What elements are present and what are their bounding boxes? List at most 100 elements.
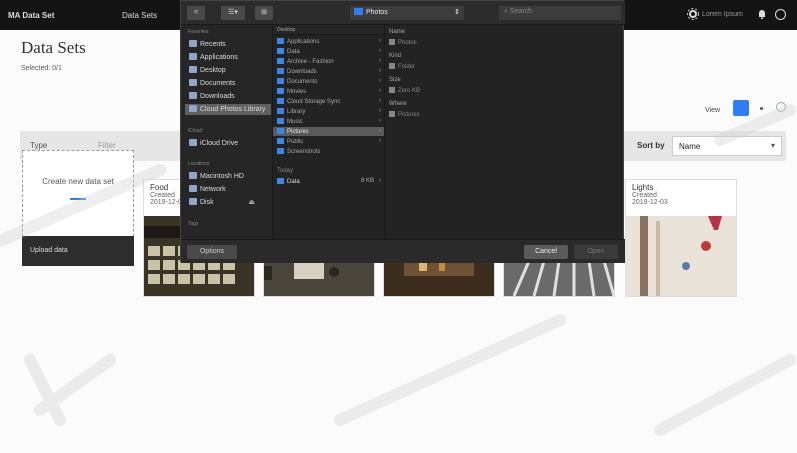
folder-icon bbox=[277, 48, 284, 54]
column-header: Desktop bbox=[273, 25, 384, 35]
sidebar-item-cloud-photos[interactable]: Cloud Photos Library bbox=[185, 104, 271, 115]
preview-name-label: Name bbox=[389, 29, 406, 35]
list-item[interactable]: Cloud Storage Sync › bbox=[273, 97, 384, 106]
gear-icon[interactable] bbox=[686, 7, 700, 21]
eject-icon[interactable]: ⏏ bbox=[248, 198, 255, 206]
cloud-icon bbox=[189, 139, 197, 146]
sidebar-item-icloud-drive[interactable]: iCloud Drive bbox=[185, 138, 271, 149]
desktop-icon bbox=[189, 66, 197, 73]
list-item[interactable]: Data › bbox=[273, 47, 384, 56]
username[interactable]: Lorem Ipsum bbox=[702, 11, 743, 18]
list-item[interactable]: Public › bbox=[273, 137, 384, 146]
sidebar-item-documents[interactable]: Documents bbox=[185, 78, 271, 89]
preview-kind-value: Folder bbox=[389, 63, 415, 70]
folder-icon bbox=[277, 98, 284, 104]
sidebar-item-downloads[interactable]: Downloads bbox=[185, 91, 271, 102]
folder-icon bbox=[277, 118, 284, 124]
avatar[interactable] bbox=[775, 9, 786, 20]
list-item[interactable]: Applications › bbox=[273, 37, 384, 46]
location-select[interactable]: Photos ⇕ bbox=[350, 6, 464, 20]
chevron-right-icon: › bbox=[379, 118, 381, 124]
sort-select[interactable]: Name ▾ bbox=[672, 136, 782, 156]
chevron-right-icon: › bbox=[379, 48, 381, 54]
sidebar-item-disk[interactable]: Disk ⏏ bbox=[185, 197, 271, 208]
chevron-right-icon: › bbox=[379, 58, 381, 64]
view-label: View bbox=[705, 107, 721, 114]
grid-view-button[interactable] bbox=[733, 100, 749, 116]
network-icon bbox=[189, 185, 197, 192]
chevron-right-icon: › bbox=[379, 138, 381, 144]
list-item[interactable]: Documents › bbox=[273, 77, 384, 86]
preview-kind-label: Kind bbox=[389, 53, 402, 59]
chevron-right-icon: › bbox=[379, 88, 381, 94]
preview-size-value: Zero KB bbox=[389, 87, 420, 94]
selection-count: Selected: 0/1 bbox=[21, 65, 62, 72]
file-icon bbox=[389, 87, 395, 93]
type-filter[interactable]: Type bbox=[30, 141, 47, 150]
file-size: 8 KB bbox=[360, 178, 374, 184]
search-placeholder: Search bbox=[509, 8, 533, 15]
list-item[interactable]: Archive - Fashion › bbox=[273, 57, 384, 66]
sidebar-item-macintosh-hd[interactable]: Macintosh HD bbox=[185, 171, 271, 182]
folder-icon bbox=[277, 38, 284, 44]
document-icon bbox=[189, 79, 197, 86]
sidebar-item-network[interactable]: Network bbox=[185, 184, 271, 195]
sidebar-item-applications[interactable]: Applications bbox=[185, 52, 271, 63]
list-item[interactable]: Data 8 KB › bbox=[273, 177, 384, 186]
list-item[interactable]: Library › bbox=[273, 107, 384, 116]
location-value: Photos bbox=[366, 9, 388, 16]
open-button[interactable]: Open bbox=[574, 245, 618, 259]
section-heading: Today bbox=[277, 168, 294, 174]
options-button[interactable]: Options bbox=[187, 245, 237, 259]
sidebar-heading-favorites: Favorites bbox=[188, 29, 209, 35]
preview-column: Name Photos Kind Folder Size Zero KB Whe… bbox=[385, 25, 497, 239]
cancel-button[interactable]: Cancel bbox=[524, 245, 568, 259]
view-options-button[interactable]: ☰▾ bbox=[221, 6, 245, 20]
sort-label: Sort by bbox=[637, 141, 665, 150]
folder-icon bbox=[277, 108, 284, 114]
clock-icon bbox=[189, 40, 197, 47]
bell-icon[interactable] bbox=[756, 8, 768, 20]
view-separator bbox=[760, 107, 763, 110]
sidebar-heading-tags: Tags bbox=[188, 221, 199, 227]
hard-drive-icon bbox=[189, 172, 197, 179]
list-item[interactable]: Screenshots bbox=[273, 147, 384, 156]
list-item[interactable]: Music › bbox=[273, 117, 384, 126]
sidebar-item-desktop[interactable]: Desktop bbox=[185, 65, 271, 76]
preview-size-label: Size bbox=[389, 77, 401, 83]
file-chooser-dialog: < ☰▾ ⊞ Photos ⇕ ⌕ Search Favorites Recen… bbox=[180, 0, 625, 263]
text-filter[interactable]: Filter bbox=[98, 141, 116, 150]
folder-icon bbox=[389, 63, 395, 69]
folder-icon bbox=[354, 8, 363, 15]
thumbnail-image bbox=[626, 216, 736, 296]
disk-icon bbox=[189, 198, 197, 205]
new-folder-button[interactable]: ⊞ bbox=[255, 6, 273, 20]
download-icon bbox=[189, 92, 197, 99]
search-input[interactable]: ⌕ Search bbox=[499, 6, 621, 20]
chevron-right-icon: › bbox=[379, 68, 381, 74]
list-view-button[interactable] bbox=[776, 102, 786, 112]
dialog-sidebar: Favorites Recents Applications Desktop D… bbox=[181, 25, 273, 239]
folder-icon bbox=[277, 178, 284, 184]
app-brand[interactable]: MA Data Set bbox=[8, 11, 54, 20]
photos-icon bbox=[189, 105, 197, 112]
back-button[interactable]: < bbox=[187, 6, 205, 20]
preview-where-label: Where bbox=[389, 101, 407, 107]
folder-icon bbox=[277, 128, 284, 134]
folder-icon bbox=[277, 58, 284, 64]
plus-icon bbox=[70, 198, 86, 200]
preview-where-value: Pictures bbox=[389, 111, 420, 118]
page-title: Data Sets bbox=[21, 38, 86, 57]
list-item[interactable]: Downloads › bbox=[273, 67, 384, 76]
folder-icon bbox=[277, 78, 284, 84]
data-set-card[interactable]: Lights Created 2019-12-03 bbox=[626, 180, 736, 296]
card-date-label: Created bbox=[632, 192, 657, 199]
chevron-right-icon: › bbox=[379, 38, 381, 44]
upload-data-button[interactable]: Upload data bbox=[22, 236, 134, 266]
chevron-right-icon: › bbox=[379, 98, 381, 104]
list-item-selected[interactable]: Pictures › bbox=[273, 127, 384, 136]
card-name: Lights bbox=[632, 183, 654, 192]
nav-item-data-sets[interactable]: Data Sets bbox=[122, 11, 157, 20]
list-item[interactable]: Movies › bbox=[273, 87, 384, 96]
sidebar-item-recents[interactable]: Recents bbox=[185, 39, 271, 50]
